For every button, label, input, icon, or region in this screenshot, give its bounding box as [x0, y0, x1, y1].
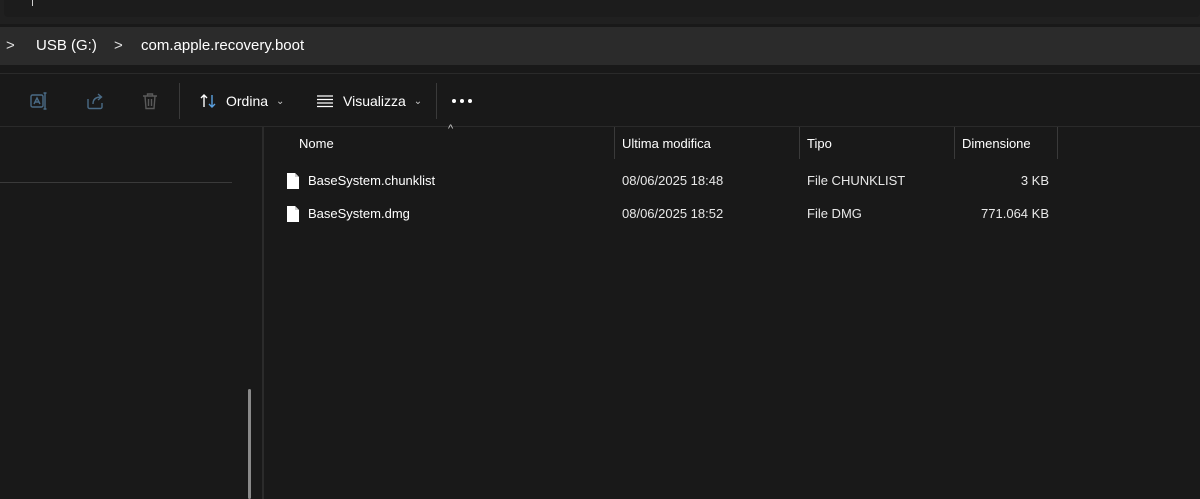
file-size: 771.064 KB: [981, 206, 1049, 221]
view-button[interactable]: Visualizza ⌄: [315, 88, 422, 114]
view-label: Visualizza: [343, 93, 406, 109]
file-icon: [286, 172, 300, 190]
file-type: File CHUNKLIST: [807, 173, 906, 188]
file-modified: 08/06/2025 18:52: [622, 206, 724, 221]
text-cursor: [32, 0, 33, 6]
file-icon: [286, 205, 300, 223]
top-bar: [0, 0, 1200, 24]
breadcrumb-chevron-icon[interactable]: >: [6, 27, 15, 65]
command-bar: Ordina ⌄ Visualizza ⌄: [0, 74, 1200, 126]
chevron-down-icon: ⌄: [276, 95, 285, 107]
toolbar-separator: [179, 83, 180, 119]
column-header-name[interactable]: Nome: [299, 127, 334, 159]
chevron-down-icon: ⌄: [413, 95, 423, 107]
rename-icon[interactable]: [28, 90, 50, 112]
sort-indicator-icon: ^: [448, 123, 454, 135]
file-modified: 08/06/2025 18:48: [622, 173, 724, 188]
column-separator[interactable]: [799, 127, 800, 159]
toolbar-separator: [436, 83, 437, 119]
table-row[interactable]: BaseSystem.dmg 08/06/2025 18:52 File DMG…: [264, 198, 1200, 230]
file-name: BaseSystem.chunklist: [308, 173, 436, 188]
table-row[interactable]: BaseSystem.chunklist 08/06/2025 18:48 Fi…: [264, 165, 1200, 197]
sort-label: Ordina: [226, 93, 269, 109]
navigation-pane: [0, 127, 262, 499]
nav-divider: [0, 182, 232, 183]
file-name: BaseSystem.dmg: [308, 206, 410, 221]
share-icon[interactable]: [84, 90, 106, 112]
sort-button[interactable]: Ordina ⌄: [198, 88, 284, 114]
more-options-icon[interactable]: [452, 96, 472, 106]
breadcrumb-chevron-icon[interactable]: >: [114, 27, 123, 65]
delete-icon[interactable]: [139, 90, 161, 112]
file-list: ^ Nome Ultima modifica Tipo Dimensione B…: [264, 123, 1200, 499]
breadcrumb-item-usb[interactable]: USB (G:): [36, 27, 97, 65]
nav-scrollbar[interactable]: [248, 389, 251, 499]
address-bar[interactable]: > USB (G:) > com.apple.recovery.boot: [0, 27, 1200, 65]
sort-arrows-icon: [198, 91, 218, 111]
file-size: 3 KB: [1020, 173, 1049, 188]
column-header-size[interactable]: Dimensione: [962, 127, 1031, 159]
column-separator[interactable]: [954, 127, 955, 159]
column-header-modified[interactable]: Ultima modifica: [622, 127, 711, 159]
breadcrumb-item-folder[interactable]: com.apple.recovery.boot: [141, 27, 304, 65]
search-strip[interactable]: [4, 0, 1200, 17]
file-type: File DMG: [807, 206, 862, 221]
column-separator[interactable]: [614, 127, 615, 159]
view-list-icon: [315, 91, 335, 111]
column-header-type[interactable]: Tipo: [807, 127, 832, 159]
column-separator[interactable]: [1057, 127, 1058, 159]
